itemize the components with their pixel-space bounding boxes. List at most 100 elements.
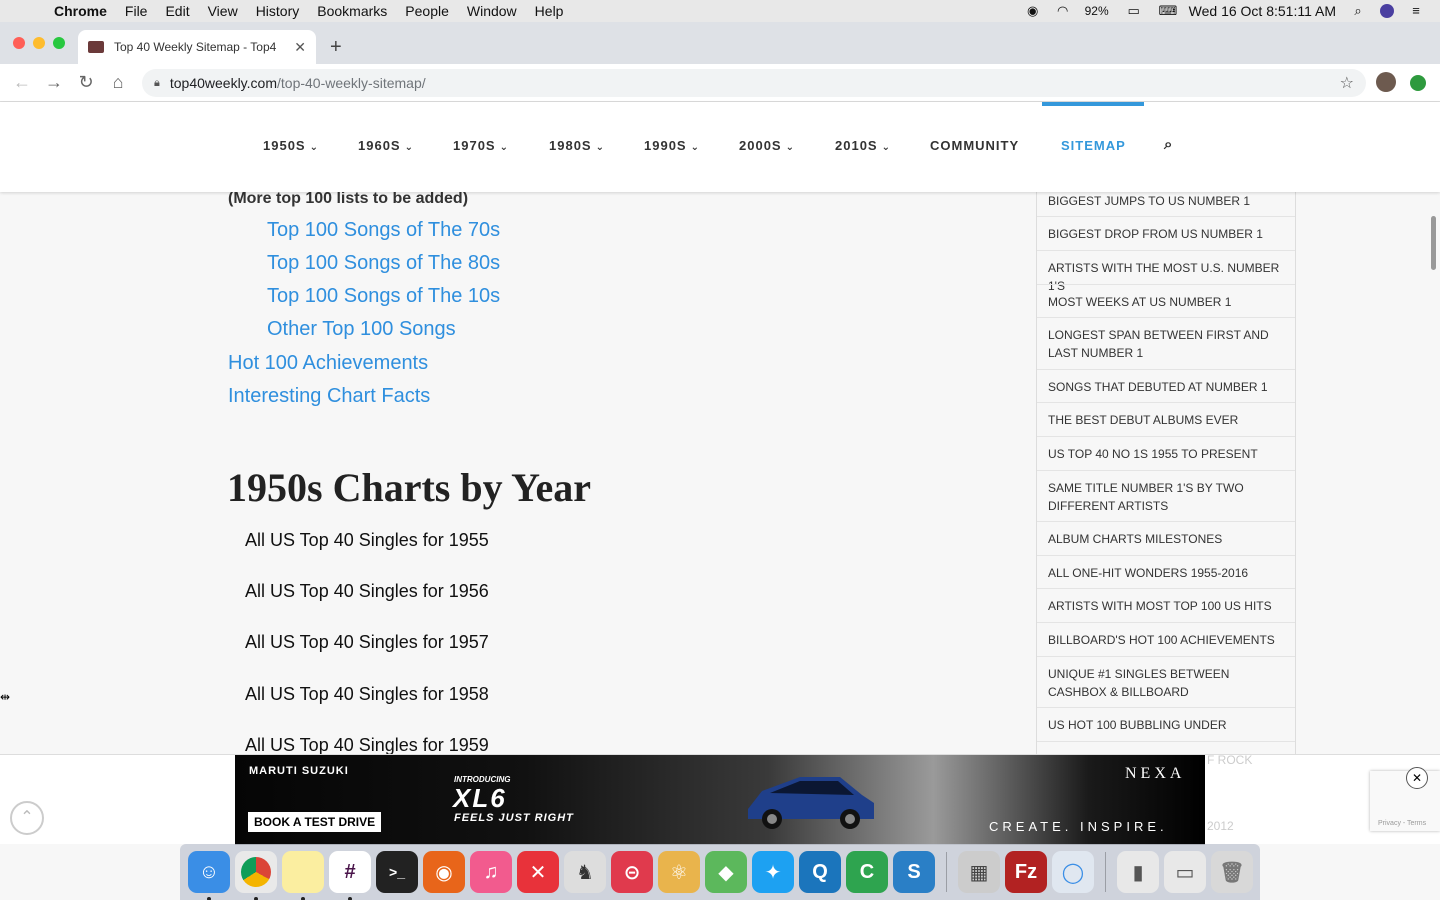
nav-1960s[interactable]: 1960S ⌄ [358, 138, 414, 153]
search-icon[interactable]: ⌕ [1164, 136, 1173, 153]
reload-button[interactable]: ↻ [76, 72, 96, 92]
tab-close-icon[interactable]: ✕ [294, 39, 306, 56]
menu-bookmarks[interactable]: Bookmarks [317, 3, 387, 19]
nav-1970s[interactable]: 1970S ⌄ [453, 138, 509, 153]
sidebar-item[interactable]: BILLBOARD'S HOT 100 ACHIEVEMENTS [1048, 631, 1288, 649]
back-button[interactable]: ← [12, 72, 32, 92]
menu-file[interactable]: File [125, 3, 148, 19]
sidebar-item[interactable]: US TOP 40 NO 1S 1955 TO PRESENT [1048, 445, 1288, 463]
profile-avatar[interactable] [1376, 72, 1396, 92]
terminal-icon[interactable]: >_ [376, 851, 418, 893]
year-1958-link[interactable]: All US Top 40 Singles for 1958 [245, 684, 489, 705]
menu-history[interactable]: History [256, 3, 300, 19]
close-ad-button[interactable]: ✕ [1406, 767, 1428, 789]
browser-tab-active[interactable]: Top 40 Weekly Sitemap - Top4 ✕ [78, 30, 316, 64]
address-bar[interactable]: 🔒︎ top40weekly.com /top-40-weekly-sitema… [142, 69, 1366, 97]
trash-icon[interactable]: 🗑︎ [1211, 851, 1253, 893]
page-scrollbar-thumb[interactable] [1431, 216, 1436, 270]
menu-people[interactable]: People [405, 3, 449, 19]
sidebar-item-faded[interactable]: F ROCK [1207, 753, 1252, 767]
sidebar-item[interactable]: US HOT 100 BUBBLING UNDER [1048, 716, 1288, 734]
notes-icon[interactable] [282, 851, 324, 900]
bookmark-star-icon[interactable]: ☆ [1340, 73, 1354, 93]
sidebar-item[interactable]: ALBUM CHARTS MILESTONES [1048, 530, 1288, 548]
link-top100-10s[interactable]: Top 100 Songs of The 10s [267, 285, 500, 308]
home-button[interactable]: ⌂ [108, 72, 128, 92]
sidebar-item[interactable]: ALL ONE-HIT WONDERS 1955-2016 [1048, 564, 1288, 582]
battery-icon[interactable]: ▭ [1123, 4, 1145, 18]
itunes-icon[interactable]: ♫ [470, 851, 512, 893]
atom-icon[interactable]: ⚛ [658, 851, 700, 893]
menubar-clock[interactable]: Wed 16 Oct 8:51:11 AM [1189, 3, 1336, 19]
scrivener-icon[interactable]: S [893, 851, 935, 893]
sidebar-divider [1037, 588, 1295, 589]
sidebar-item[interactable]: UNIQUE #1 SINGLES BETWEEN CASHBOX & BILL… [1048, 665, 1288, 701]
link-top100-70s[interactable]: Top 100 Songs of The 70s [267, 219, 500, 242]
recent-window-icon[interactable]: ▭ [1164, 851, 1206, 893]
notification-center-icon[interactable]: ≡ [1408, 4, 1424, 18]
sidebar-item[interactable]: SONGS THAT DEBUTED AT NUMBER 1 [1048, 378, 1288, 396]
sidebar-item[interactable]: ARTISTS WITH THE MOST U.S. NUMBER 1'S [1048, 259, 1288, 295]
nav-1980s[interactable]: 1980S ⌄ [549, 138, 605, 153]
xmind-icon[interactable]: ✕ [517, 851, 559, 893]
menu-view[interactable]: View [208, 3, 238, 19]
sidebar-item[interactable]: MOST WEEKS AT US NUMBER 1 [1048, 293, 1288, 311]
filezilla-icon[interactable]: Fz [1005, 851, 1047, 893]
recaptcha-badge[interactable]: Privacy - Terms [1370, 771, 1440, 831]
wifi-icon[interactable]: ◠ [1055, 4, 1071, 18]
extension-icon[interactable] [1410, 75, 1426, 91]
year-1957-link[interactable]: All US Top 40 Singles for 1957 [245, 632, 489, 653]
nav-1950s[interactable]: 1950S ⌄ [263, 138, 319, 153]
lastpass-icon[interactable]: ⊝ [611, 851, 653, 893]
calculator-icon[interactable]: ▦ [958, 851, 1000, 893]
chrome-icon[interactable] [235, 851, 277, 900]
year-1955-link[interactable]: All US Top 40 Singles for 1955 [245, 530, 489, 551]
nav-2000s[interactable]: 2000S ⌄ [739, 138, 795, 153]
camtasia-icon[interactable]: C [846, 851, 888, 893]
new-tab-button[interactable]: + [330, 36, 342, 59]
nav-sitemap[interactable]: SITEMAP [1061, 138, 1126, 153]
screenshot-icon[interactable]: ◯ [1052, 851, 1094, 893]
spotlight-search-icon[interactable]: ⌕ [1350, 4, 1366, 18]
downloads-folder-icon[interactable]: ▮ [1117, 851, 1159, 893]
scroll-to-top-button[interactable]: ⌃ [10, 801, 44, 835]
menu-edit[interactable]: Edit [165, 3, 189, 19]
sidebar-item[interactable]: BIGGEST DROP FROM US NUMBER 1 [1048, 225, 1288, 243]
sidebar-item[interactable]: ARTISTS WITH MOST TOP 100 US HITS [1048, 597, 1288, 615]
link-chart-facts[interactable]: Interesting Chart Facts [228, 385, 430, 408]
sidebar-item[interactable]: SAME TITLE NUMBER 1'S BY TWO DIFFERENT A… [1048, 479, 1288, 515]
lock-icon[interactable]: 🔒︎ [154, 77, 160, 90]
siri-icon[interactable] [1380, 4, 1394, 18]
slack-icon[interactable]: # [329, 851, 371, 900]
menu-help[interactable]: Help [535, 3, 564, 19]
record-icon[interactable]: ◉ [1025, 4, 1041, 18]
menu-window[interactable]: Window [467, 3, 517, 19]
nav-2010s[interactable]: 2010S ⌄ [835, 138, 891, 153]
firefox-icon[interactable]: ◉ [423, 851, 465, 893]
link-other-top100[interactable]: Other Top 100 Songs [267, 318, 456, 341]
quicktime-icon[interactable]: Q [799, 851, 841, 893]
close-window-button[interactable] [13, 37, 25, 49]
twitter-icon[interactable]: ✦ [752, 851, 794, 893]
minimize-window-button[interactable] [33, 37, 45, 49]
sidebar-item[interactable]: BIGGEST JUMPS TO US NUMBER 1 [1048, 192, 1288, 210]
sidebar-item[interactable]: THE BEST DEBUT ALBUMS EVER [1048, 411, 1288, 429]
sidebar-item[interactable]: LONGEST SPAN BETWEEN FIRST AND LAST NUMB… [1048, 326, 1288, 362]
forward-button[interactable]: → [44, 72, 64, 92]
chevron-down-icon: ⌄ [785, 142, 795, 153]
zoom-window-button[interactable] [53, 37, 65, 49]
link-hot100-achievements[interactable]: Hot 100 Achievements [228, 352, 428, 375]
tableplus-icon[interactable]: ♞ [564, 851, 606, 893]
nav-1990s[interactable]: 1990S ⌄ [644, 138, 700, 153]
input-menu-icon[interactable]: ⌨ [1159, 4, 1178, 18]
sidebar-item-faded[interactable]: 2012 [1207, 819, 1234, 833]
year-1956-link[interactable]: All US Top 40 Singles for 1956 [245, 581, 489, 602]
nav-community[interactable]: COMMUNITY [930, 138, 1019, 153]
car-advertisement[interactable]: MARUTI SUZUKI BOOK A TEST DRIVE INTRODUC… [235, 755, 1205, 845]
book-test-drive-button[interactable]: BOOK A TEST DRIVE [248, 812, 382, 832]
year-1959-link[interactable]: All US Top 40 Singles for 1959 [245, 735, 489, 754]
link-top100-80s[interactable]: Top 100 Songs of The 80s [267, 252, 500, 275]
feedly-icon[interactable]: ◆ [705, 851, 747, 893]
finder-icon[interactable]: ☺ [188, 851, 230, 900]
menu-app-name[interactable]: Chrome [54, 3, 107, 19]
